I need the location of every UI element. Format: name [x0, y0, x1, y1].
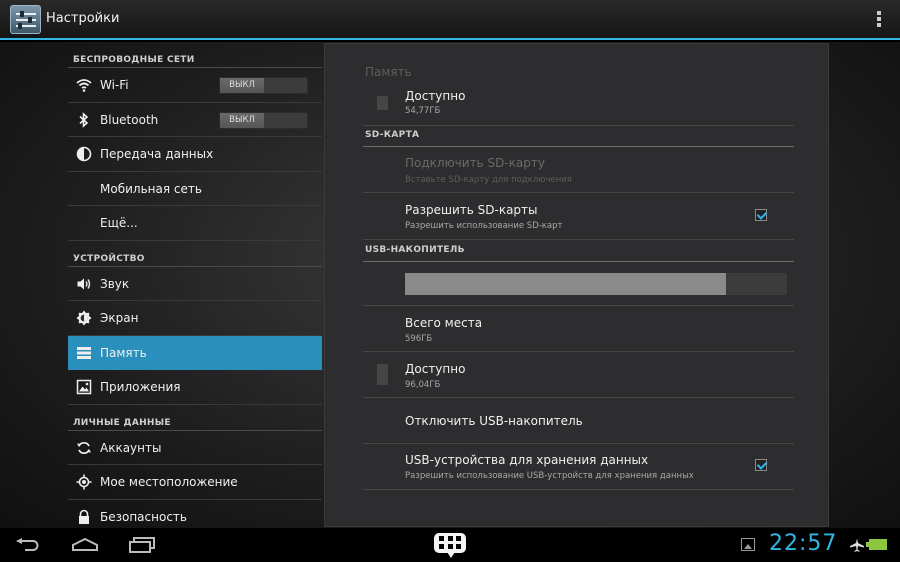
sync-icon [77, 441, 91, 454]
brightness-icon [76, 310, 92, 326]
wifi-toggle[interactable]: ВЫКЛ [219, 77, 308, 94]
sidebar-item-mobile-network[interactable]: Мобильная сеть [68, 172, 322, 206]
usage-bar-row [363, 262, 794, 306]
sidebar-item-label: Мобильная сеть [100, 181, 202, 196]
sidebar-item-location[interactable]: Мое местоположение [68, 465, 322, 500]
storage-icon [77, 346, 91, 359]
row-title: Разрешить SD-карты [405, 203, 538, 217]
row-title: USB-устройства для хранения данных [405, 453, 649, 467]
color-swatch [377, 364, 388, 385]
usb-storage-checkbox[interactable] [755, 459, 767, 471]
location-icon [76, 474, 92, 490]
battery-icon [866, 539, 887, 550]
toggle-label: ВЫКЛ [220, 112, 264, 128]
status-clock[interactable]: 22:57 [769, 531, 837, 556]
notification-image-icon[interactable] [741, 538, 755, 551]
row-subtitle: Разрешить использование SD-карт [405, 221, 563, 231]
system-nav-bar: 22:57 [0, 528, 900, 562]
sidebar-item-label: Память [100, 345, 147, 360]
home-icon[interactable] [71, 538, 99, 552]
section-header-sd: SD-КАРТА [365, 130, 420, 140]
row-subtitle: Вставьте SD-карту для подключения [405, 175, 572, 185]
mount-sd-row: Подключить SD-карту Вставьте SD-карту дл… [363, 147, 794, 193]
back-icon[interactable] [15, 538, 41, 552]
sidebar-item-label: Ещё... [100, 216, 138, 230]
airplane-mode-icon [850, 538, 864, 552]
wifi-icon [76, 79, 92, 92]
panel-title: Память [365, 65, 412, 79]
row-title: Подключить SD-карту [405, 156, 545, 170]
allow-sd-row[interactable]: Разрешить SD-карты Разрешить использован… [363, 193, 794, 240]
bluetooth-icon [79, 111, 89, 128]
row-title: Доступно [405, 89, 466, 103]
sidebar-item-data-usage[interactable]: Передача данных [68, 137, 322, 172]
app-title: Настройки [46, 11, 120, 26]
available-row-top: Доступно 54,77ГБ [363, 84, 794, 126]
speaker-icon [77, 278, 91, 289]
usb-storage-row[interactable]: USB-устройства для хранения данных Разре… [363, 444, 794, 490]
sidebar-item-wifi[interactable]: Wi-Fi ВЫКЛ [68, 68, 322, 103]
apps-icon [76, 379, 92, 395]
content-area: БЕСПРОВОДНЫЕ СЕТИ Wi-Fi ВЫКЛ Bluetooth В… [0, 42, 900, 528]
sidebar-item-label: Мое местоположение [100, 475, 238, 489]
color-swatch [377, 96, 388, 110]
sidebar-item-display[interactable]: Экран [68, 301, 322, 336]
recent-apps-icon[interactable] [129, 537, 155, 553]
available-row: Доступно 96,04ГБ [363, 352, 794, 398]
data-usage-icon [76, 146, 92, 162]
sidebar-item-more[interactable]: Ещё... [68, 206, 322, 241]
section-header-wireless: БЕСПРОВОДНЫЕ СЕТИ [68, 42, 322, 68]
action-bar: Настройки [0, 0, 900, 40]
section-header-personal: ЛИЧНЫЕ ДАННЫЕ [68, 405, 322, 431]
row-title: Доступно [405, 362, 466, 376]
unmount-usb-row[interactable]: Отключить USB-накопитель [363, 398, 794, 444]
sidebar-item-label: Приложения [100, 380, 181, 394]
storage-detail-panel: Память Доступно 54,77ГБ SD-КАРТА Подключ… [324, 43, 829, 527]
section-header-usb: USB-НАКОПИТЕЛЬ [365, 245, 465, 255]
sidebar-item-label: Wi-Fi [100, 78, 129, 92]
lock-icon [79, 509, 89, 524]
sidebar-item-bluetooth[interactable]: Bluetooth ВЫКЛ [68, 103, 322, 137]
sidebar-item-accounts[interactable]: Аккаунты [68, 431, 322, 465]
settings-list: БЕСПРОВОДНЫЕ СЕТИ Wi-Fi ВЫКЛ Bluetooth В… [68, 42, 322, 528]
sidebar-item-sound[interactable]: Звук [68, 267, 322, 301]
sidebar-item-label: Аккаунты [100, 440, 162, 455]
section-header-device: УСТРОЙСТВО [68, 241, 322, 267]
sidebar-item-label: Звук [100, 276, 130, 291]
sidebar-item-label: Bluetooth [100, 112, 159, 127]
row-title: Всего места [405, 316, 483, 330]
sidebar-item-label: Экран [100, 311, 139, 325]
row-value: 96,04ГБ [405, 380, 441, 390]
sidebar-item-label: Безопасность [100, 509, 187, 524]
bluetooth-toggle[interactable]: ВЫКЛ [219, 111, 308, 129]
sidebar-item-apps[interactable]: Приложения [68, 370, 322, 405]
row-value: 54,77ГБ [405, 106, 441, 116]
total-space-row: Всего места 596ГБ [363, 306, 794, 352]
toggle-label: ВЫКЛ [220, 78, 264, 93]
overflow-menu-icon[interactable] [876, 11, 882, 29]
sidebar-item-storage[interactable]: Память [68, 335, 322, 370]
allow-sd-checkbox[interactable] [755, 209, 767, 221]
row-title: Отключить USB-накопитель [405, 414, 583, 428]
sidebar-item-label: Передача данных [100, 147, 214, 161]
row-subtitle: Разрешить использование USB-устройств дл… [405, 471, 694, 481]
all-apps-icon[interactable] [434, 533, 466, 559]
row-value: 596ГБ [405, 334, 433, 344]
sidebar-item-security[interactable]: Безопасность [68, 500, 322, 529]
settings-app-icon[interactable] [10, 5, 41, 34]
